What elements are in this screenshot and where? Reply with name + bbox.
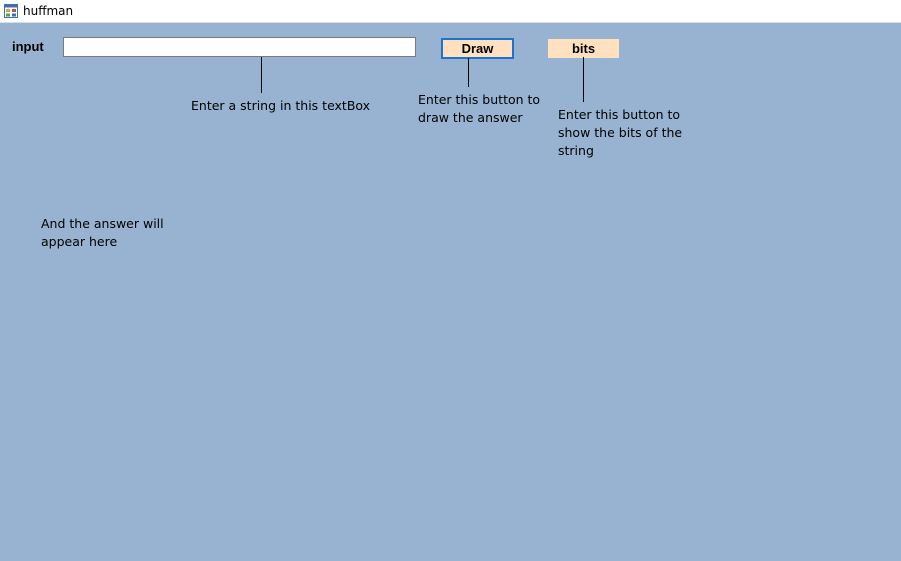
textbox-hint-label: Enter a string in this textBox bbox=[191, 98, 371, 113]
input-label: input bbox=[12, 39, 44, 54]
draw-button[interactable]: Draw bbox=[441, 38, 514, 59]
title-bar[interactable]: huffman bbox=[0, 0, 901, 23]
bits-hint-label: Enter this button to show the bits of th… bbox=[558, 107, 683, 158]
app-form-icon bbox=[4, 4, 18, 18]
bits-button[interactable]: bits bbox=[548, 39, 619, 58]
bits-pointer-line bbox=[583, 57, 584, 102]
input-textbox[interactable] bbox=[63, 37, 416, 57]
textbox-pointer-line bbox=[261, 57, 262, 93]
app-window: huffman input Draw bits Enter a string i… bbox=[0, 0, 901, 561]
window-title: huffman bbox=[23, 4, 74, 18]
draw-pointer-line bbox=[468, 58, 469, 87]
draw-hint-label: Enter this button to draw the answer bbox=[418, 92, 541, 125]
answer-area-label: And the answer will appear here bbox=[41, 216, 164, 249]
